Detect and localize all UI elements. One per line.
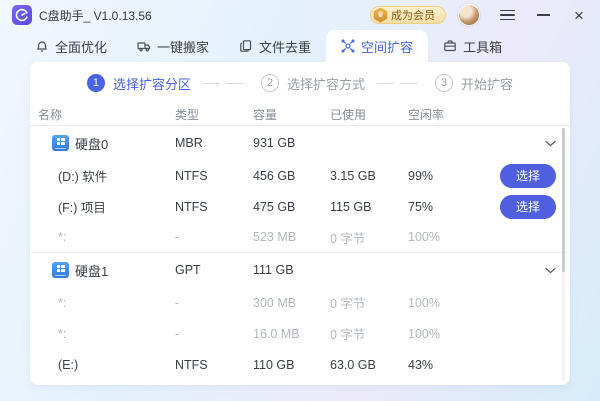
step-label: 选择扩容分区 <box>113 74 191 93</box>
partition-name: (F:) 项目 <box>38 197 175 216</box>
step-select-method: 2 选择扩容方式 <box>261 74 365 93</box>
hard-drive-icon <box>52 135 69 151</box>
window-title: C盘助手_ V1.0.13.56 <box>39 7 152 24</box>
partition-capacity: 523 MB <box>253 230 330 244</box>
minimize-button[interactable] <box>534 6 552 24</box>
close-icon: × <box>574 7 584 24</box>
expand-icon <box>341 39 355 53</box>
partition-used: 3.15 GB <box>330 169 408 183</box>
partition-name: *: <box>38 327 175 341</box>
tab-bar: 全面优化 一键搬家 文件去重 空间扩容 工具箱 <box>0 30 600 62</box>
partition-capacity: 110 GB <box>253 358 330 372</box>
document-icon <box>239 39 253 53</box>
tab-label: 工具箱 <box>463 37 502 56</box>
disk-name: 硬盘0 <box>75 134 108 153</box>
partition-used: 63.0 GB <box>330 358 408 372</box>
content-panel: 1 选择扩容分区 2 选择扩容方式 3 开始扩容 名称 类型 容量 已使用 空闲… <box>30 62 570 385</box>
chevron-down-icon[interactable] <box>544 264 556 276</box>
column-header-type: 类型 <box>175 106 253 123</box>
step-indicator: 1 选择扩容分区 2 选择扩容方式 3 开始扩容 <box>30 62 570 104</box>
step-number: 2 <box>261 74 279 92</box>
table-row-partition-hidden: *: - 523 MB 0 字节 100% <box>30 222 570 253</box>
partition-free: 100% <box>408 327 470 341</box>
step-connector <box>377 83 423 84</box>
column-header-used: 已使用 <box>330 106 408 123</box>
bell-icon <box>35 39 49 53</box>
chevron-down-icon[interactable] <box>544 137 556 149</box>
partition-used: 0 字节 <box>330 324 408 343</box>
partition-name: *: <box>38 296 175 310</box>
tab-toolbox[interactable]: 工具箱 <box>428 30 517 62</box>
step-connector <box>203 83 249 84</box>
select-button[interactable]: 选择 <box>500 164 556 188</box>
partition-free: 100% <box>408 296 470 310</box>
minimize-icon <box>537 14 550 16</box>
column-header-name: 名称 <box>38 106 175 123</box>
partition-free: 99% <box>408 169 470 183</box>
tab-file-dedup[interactable]: 文件去重 <box>224 30 326 62</box>
tab-label: 文件去重 <box>259 37 311 56</box>
table-row-disk0[interactable]: 硬盘0 MBR 931 GB <box>30 126 570 160</box>
member-badge[interactable]: ♛ 成为会员 <box>370 6 446 24</box>
partition-name: (E:) <box>38 358 175 372</box>
disk-capacity: 931 GB <box>253 136 330 150</box>
scrollbar-thumb[interactable] <box>562 128 565 272</box>
disk-capacity: 111 GB <box>253 263 330 277</box>
tab-full-optimization[interactable]: 全面优化 <box>20 30 122 62</box>
step-number: 1 <box>87 74 105 92</box>
toolbox-icon <box>443 39 457 53</box>
step-select-partition: 1 选择扩容分区 <box>87 74 191 93</box>
partition-capacity: 16.0 MB <box>253 327 330 341</box>
partition-type: - <box>175 296 253 310</box>
partition-type: NTFS <box>175 358 253 372</box>
partition-type: NTFS <box>175 169 253 183</box>
table-row-disk1[interactable]: 硬盘1 GPT 111 GB <box>30 253 570 287</box>
disk-type: GPT <box>175 263 253 277</box>
tab-space-expansion[interactable]: 空间扩容 <box>326 30 428 62</box>
partition-free: 43% <box>408 358 470 372</box>
partition-capacity: 475 GB <box>253 200 330 214</box>
title-bar: C盘助手_ V1.0.13.56 ♛ 成为会员 × <box>0 0 600 30</box>
partition-name: *: <box>38 230 175 244</box>
partition-type: - <box>175 327 253 341</box>
table-row-partition-f: (F:) 项目 NTFS 475 GB 115 GB 75% 选择 <box>30 191 570 222</box>
column-header-capacity: 容量 <box>253 106 330 123</box>
app-logo-icon <box>12 5 32 25</box>
member-badge-label: 成为会员 <box>391 7 435 23</box>
select-button[interactable]: 选择 <box>500 195 556 219</box>
table-row-partition-hidden: *: - 16.0 MB 0 字节 100% <box>30 318 570 349</box>
truck-icon <box>137 39 151 53</box>
hamburger-menu-button[interactable] <box>498 6 516 24</box>
step-number: 3 <box>435 74 453 92</box>
crown-icon: ♛ <box>373 8 388 23</box>
tab-label: 全面优化 <box>55 37 107 56</box>
disk-type: MBR <box>175 136 253 150</box>
partition-type: - <box>175 230 253 244</box>
hard-drive-icon <box>52 262 69 278</box>
disk-name: 硬盘1 <box>75 261 108 280</box>
partition-used: 115 GB <box>330 200 408 214</box>
table-row-partition-hidden: *: - 300 MB 0 字节 100% <box>30 287 570 318</box>
partition-capacity: 456 GB <box>253 169 330 183</box>
table-header: 名称 类型 容量 已使用 空闲率 <box>30 104 570 126</box>
partition-used: 0 字节 <box>330 228 408 247</box>
step-start-expansion: 3 开始扩容 <box>435 74 513 93</box>
hamburger-icon <box>500 10 515 21</box>
tab-one-click-move[interactable]: 一键搬家 <box>122 30 224 62</box>
partition-name: (D:) 软件 <box>38 166 175 185</box>
partition-free: 100% <box>408 230 470 244</box>
partition-free: 75% <box>408 200 470 214</box>
tab-label: 空间扩容 <box>361 37 413 56</box>
table-row-partition-d: (D:) 软件 NTFS 456 GB 3.15 GB 99% 选择 <box>30 160 570 191</box>
partition-used: 0 字节 <box>330 293 408 312</box>
avatar[interactable] <box>458 4 480 26</box>
tab-label: 一键搬家 <box>157 37 209 56</box>
partition-capacity: 300 MB <box>253 296 330 310</box>
column-header-free: 空闲率 <box>408 106 470 123</box>
step-label: 开始扩容 <box>461 74 513 93</box>
close-button[interactable]: × <box>570 6 588 24</box>
table-row-partition-e: (E:) NTFS 110 GB 63.0 GB 43% <box>30 349 570 380</box>
partition-type: NTFS <box>175 200 253 214</box>
step-label: 选择扩容方式 <box>287 74 365 93</box>
